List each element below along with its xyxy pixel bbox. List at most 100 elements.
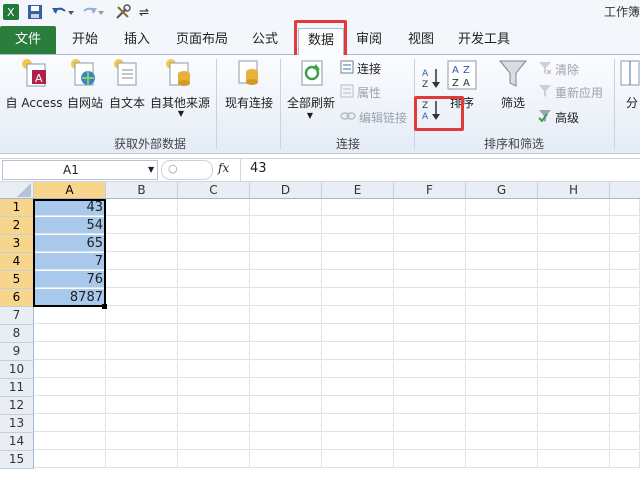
grid-cell[interactable] <box>178 379 250 396</box>
grid-cell[interactable] <box>322 307 394 324</box>
grid-cell[interactable] <box>178 253 250 270</box>
connections-link[interactable]: 连接 <box>340 60 381 77</box>
grid-cell[interactable] <box>106 271 178 288</box>
row-header[interactable]: 1 <box>0 199 34 217</box>
tab-review[interactable]: 审阅 <box>348 28 390 52</box>
grid-cell[interactable] <box>106 343 178 360</box>
grid-cell[interactable] <box>322 361 394 378</box>
grid-cell[interactable] <box>250 289 322 306</box>
grid-cell[interactable] <box>322 325 394 342</box>
column-header-g[interactable]: G <box>466 182 538 199</box>
row-header[interactable]: 2 <box>0 217 34 235</box>
grid-cell[interactable] <box>610 379 640 396</box>
grid-cell[interactable] <box>538 379 610 396</box>
grid-cell[interactable] <box>178 271 250 288</box>
column-header-d[interactable]: D <box>250 182 322 199</box>
grid-cell[interactable] <box>394 325 466 342</box>
grid-cell[interactable] <box>322 199 394 216</box>
grid-cell[interactable] <box>106 289 178 306</box>
grid-cell[interactable] <box>610 415 640 432</box>
grid-cell[interactable] <box>322 343 394 360</box>
refresh-all-button[interactable]: 全部刷新 <box>284 94 338 111</box>
grid-cell[interactable] <box>34 415 106 432</box>
grid-cell[interactable] <box>178 451 250 468</box>
grid-cell[interactable] <box>538 217 610 234</box>
grid-cell[interactable] <box>394 415 466 432</box>
grid-cell[interactable] <box>466 433 538 450</box>
sort-ascending-icon[interactable]: AZ <box>422 67 442 92</box>
row-header[interactable]: 11 <box>0 379 34 397</box>
grid-cell[interactable] <box>394 253 466 270</box>
grid-cell[interactable] <box>178 235 250 252</box>
from-text-button[interactable]: 自文本 <box>107 94 147 111</box>
grid-cell[interactable] <box>610 253 640 270</box>
grid-cell[interactable] <box>538 199 610 216</box>
redo-icon[interactable] <box>80 3 106 21</box>
grid-cell[interactable] <box>394 397 466 414</box>
grid-cell[interactable] <box>538 325 610 342</box>
grid-cell[interactable] <box>250 397 322 414</box>
grid-cell[interactable] <box>394 433 466 450</box>
grid-cell[interactable] <box>250 307 322 324</box>
grid-cell[interactable] <box>466 289 538 306</box>
grid-cell[interactable] <box>250 415 322 432</box>
insert-function-button[interactable]: fx <box>218 161 229 175</box>
grid-cell[interactable] <box>178 217 250 234</box>
grid-cell[interactable] <box>250 343 322 360</box>
clear-filter-link[interactable]: 清除 <box>538 61 579 78</box>
grid-cell[interactable] <box>178 289 250 306</box>
row-header[interactable]: 12 <box>0 397 34 415</box>
grid-cell[interactable] <box>250 271 322 288</box>
grid-cell[interactable] <box>538 433 610 450</box>
grid-cell[interactable] <box>394 379 466 396</box>
grid-cell[interactable] <box>106 325 178 342</box>
grid-cell[interactable] <box>394 343 466 360</box>
row-header[interactable]: 10 <box>0 361 34 379</box>
advanced-filter-link[interactable]: 高级 <box>538 109 579 126</box>
grid-cell[interactable] <box>322 217 394 234</box>
column-header-f[interactable]: F <box>394 182 466 199</box>
grid-cell[interactable] <box>250 379 322 396</box>
other-sources-dropdown-icon[interactable]: ▼ <box>174 109 188 118</box>
grid-cell[interactable] <box>466 307 538 324</box>
formula-bar-handle[interactable]: ○ <box>161 160 213 180</box>
properties-link[interactable]: 属性 <box>340 84 381 101</box>
grid-cell[interactable] <box>466 415 538 432</box>
grid-cell[interactable] <box>322 433 394 450</box>
tools-icon[interactable] <box>112 3 136 21</box>
grid-cell[interactable] <box>322 415 394 432</box>
grid-cell[interactable] <box>106 199 178 216</box>
tab-view[interactable]: 视图 <box>400 28 442 52</box>
grid-cell[interactable] <box>178 361 250 378</box>
grid-cell[interactable] <box>34 325 106 342</box>
grid-cell[interactable] <box>610 451 640 468</box>
existing-connections-button[interactable]: 现有连接 <box>220 94 278 111</box>
grid-cell[interactable] <box>610 289 640 306</box>
grid-cell[interactable] <box>250 325 322 342</box>
row-header[interactable]: 6 <box>0 289 34 307</box>
sort-dialog-icon[interactable]: AZZA <box>447 60 477 93</box>
grid-cell[interactable] <box>466 379 538 396</box>
row-header[interactable]: 3 <box>0 235 34 253</box>
tab-developer[interactable]: 开发工具 <box>452 28 516 52</box>
column-header-h[interactable]: H <box>538 182 610 199</box>
text-to-columns-button[interactable]: 分 <box>624 94 640 111</box>
grid-cell[interactable] <box>538 289 610 306</box>
grid-cell[interactable] <box>610 271 640 288</box>
grid-cell[interactable] <box>106 217 178 234</box>
reapply-link[interactable]: 重新应用 <box>538 84 603 101</box>
grid-cell[interactable] <box>394 271 466 288</box>
grid-cell[interactable] <box>394 199 466 216</box>
grid-cell[interactable] <box>322 289 394 306</box>
grid-cell[interactable] <box>322 253 394 270</box>
row-header[interactable]: 7 <box>0 307 34 325</box>
grid-cell[interactable] <box>538 253 610 270</box>
grid-cell[interactable] <box>466 397 538 414</box>
grid-cell[interactable] <box>610 325 640 342</box>
row-header[interactable]: 9 <box>0 343 34 361</box>
grid-cell[interactable] <box>394 307 466 324</box>
grid-cell[interactable] <box>178 307 250 324</box>
grid-cell[interactable] <box>394 451 466 468</box>
grid-cell[interactable] <box>466 235 538 252</box>
grid-cell[interactable] <box>322 397 394 414</box>
